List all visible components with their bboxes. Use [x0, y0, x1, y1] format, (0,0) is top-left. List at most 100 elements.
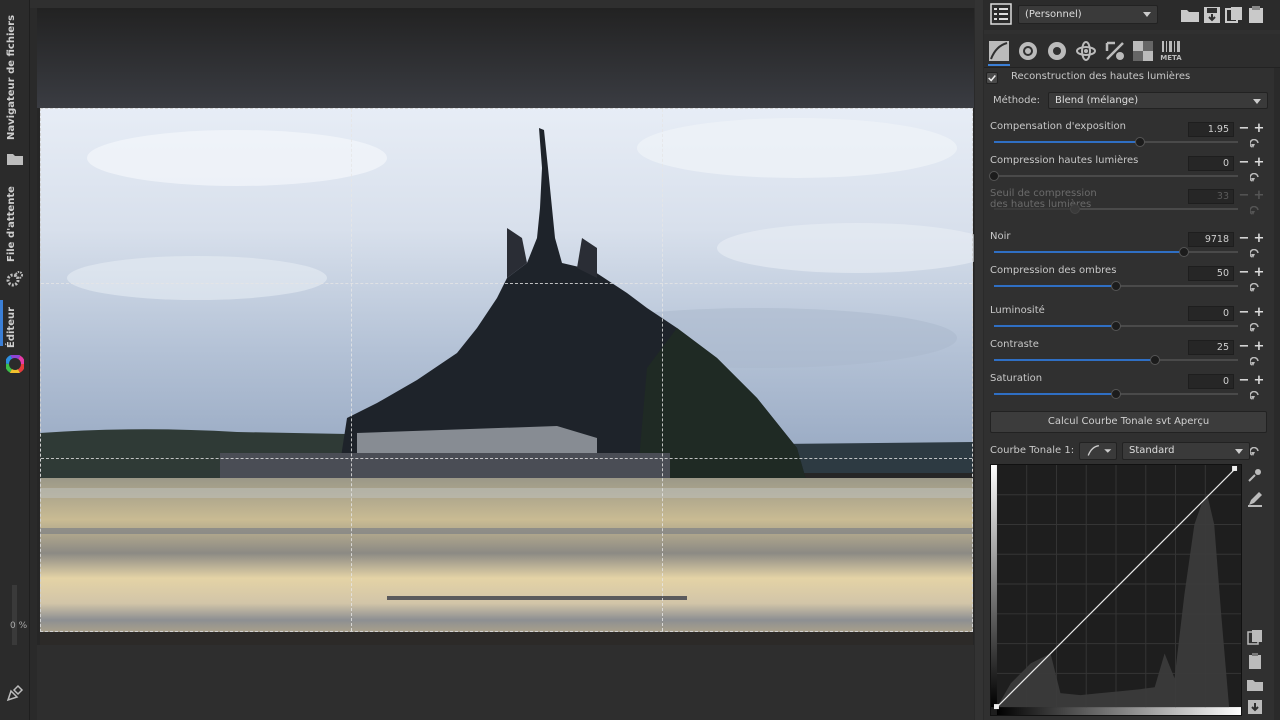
- exposure-tab-icon[interactable]: [988, 40, 1010, 62]
- minus-icon[interactable]: −: [1238, 374, 1250, 388]
- slider-fill: [994, 359, 1156, 361]
- advanced-tab-icon[interactable]: [1075, 40, 1097, 62]
- slider-track[interactable]: [994, 389, 1238, 399]
- tab-queue[interactable]: File d'attente: [6, 186, 17, 262]
- method-select[interactable]: Blend (mélange): [1048, 92, 1268, 109]
- slider-track[interactable]: [989, 171, 1238, 181]
- reset-icon[interactable]: [1250, 139, 1260, 149]
- auto-tone-curve-button[interactable]: Calcul Courbe Tonale svt Aperçu: [990, 411, 1267, 433]
- image-canvas[interactable]: [37, 8, 974, 645]
- minus-icon[interactable]: −: [1238, 306, 1250, 320]
- slider-label: Luminosité: [990, 305, 1045, 316]
- copy-curve-icon[interactable]: [1246, 628, 1264, 646]
- minus-icon: −: [1238, 188, 1250, 203]
- minus-icon[interactable]: −: [1238, 266, 1250, 280]
- slider-fill: [994, 141, 1141, 143]
- curve-mode-value: Standard: [1129, 445, 1175, 456]
- save-icon[interactable]: [1202, 5, 1222, 25]
- reset-icon[interactable]: [1250, 323, 1260, 333]
- tab-file-browser[interactable]: Navigateur de fichiers: [6, 4, 17, 140]
- slider-value-input[interactable]: 50: [1188, 266, 1234, 281]
- chevron-down-icon: [1253, 99, 1261, 104]
- plus-icon[interactable]: +: [1253, 374, 1265, 388]
- plus-icon: +: [1253, 188, 1265, 203]
- minus-icon[interactable]: −: [1238, 156, 1250, 170]
- tab-editor[interactable]: Éditeur: [6, 302, 17, 348]
- reset-icon[interactable]: [1250, 249, 1260, 259]
- slider-handle[interactable]: [1111, 389, 1121, 399]
- tone-curve-editor[interactable]: [990, 464, 1242, 716]
- transform-tab-icon[interactable]: [1104, 40, 1126, 62]
- open-folder-icon[interactable]: [1180, 5, 1200, 25]
- copy-icon[interactable]: [1224, 5, 1244, 25]
- plus-icon[interactable]: +: [1253, 122, 1265, 136]
- slider-track[interactable]: [994, 137, 1238, 147]
- panel-scrollbar[interactable]: [1274, 68, 1280, 720]
- reset-icon[interactable]: [1250, 173, 1260, 183]
- slider-track[interactable]: [994, 321, 1238, 331]
- slider-label: Noir: [990, 231, 1011, 242]
- slider-label-line: Seuil de compression: [990, 188, 1097, 199]
- gears-icon[interactable]: [6, 270, 24, 288]
- slider-track[interactable]: [994, 247, 1238, 257]
- minus-icon[interactable]: −: [1238, 340, 1250, 354]
- curve-mode-select[interactable]: Standard: [1122, 442, 1250, 460]
- plus-icon[interactable]: +: [1253, 156, 1265, 170]
- slider-handle[interactable]: [1150, 355, 1161, 365]
- highlight-reconstruction-checkbox[interactable]: [986, 72, 998, 84]
- chevron-down-icon: [1235, 449, 1243, 454]
- pen-icon[interactable]: [6, 684, 24, 702]
- slider-label: Contraste: [990, 339, 1039, 350]
- reset-icon: [1250, 206, 1259, 215]
- slider-value-input[interactable]: 9718: [1188, 232, 1234, 247]
- raw-tab-icon[interactable]: [1132, 40, 1154, 62]
- slider-handle[interactable]: [989, 171, 999, 181]
- left-scrollbar[interactable]: [12, 585, 17, 645]
- slider-value-input[interactable]: 0: [1188, 306, 1234, 321]
- slider-track[interactable]: [994, 281, 1238, 291]
- reset-icon[interactable]: [1250, 447, 1260, 457]
- check-icon: [988, 75, 996, 82]
- save-curve-icon[interactable]: [1246, 698, 1264, 716]
- slider-handle[interactable]: [1111, 321, 1121, 331]
- slider-handle[interactable]: [1135, 137, 1146, 147]
- slider-fill: [994, 285, 1116, 287]
- slider-handle[interactable]: [1179, 247, 1190, 257]
- reset-icon[interactable]: [1250, 357, 1260, 367]
- profile-select[interactable]: (Personnel): [1018, 5, 1158, 24]
- slider-label: Compensation d'exposition: [990, 121, 1126, 132]
- color-wheel-icon[interactable]: [6, 355, 24, 373]
- plus-icon[interactable]: +: [1253, 232, 1265, 246]
- color-tab-icon[interactable]: [1046, 40, 1068, 62]
- plus-icon[interactable]: +: [1253, 306, 1265, 320]
- plus-icon[interactable]: +: [1253, 266, 1265, 280]
- pencil-icon[interactable]: [1246, 490, 1264, 508]
- open-curve-icon[interactable]: [1246, 676, 1264, 694]
- paste-icon[interactable]: [1246, 5, 1266, 25]
- slider-value-input[interactable]: 1.95: [1188, 122, 1234, 137]
- method-value: Blend (mélange): [1055, 95, 1139, 106]
- slider-handle: [1069, 204, 1080, 214]
- paste-curve-icon[interactable]: [1246, 652, 1264, 670]
- list-menu-icon[interactable]: [990, 3, 1012, 25]
- tool-tabs: META: [984, 34, 1280, 68]
- slider-handle[interactable]: [1111, 281, 1121, 291]
- meta-tab-icon[interactable]: META: [1160, 40, 1182, 62]
- reset-icon[interactable]: [1250, 283, 1260, 293]
- curve-type-button[interactable]: [1079, 442, 1117, 460]
- slider-value-input[interactable]: 0: [1188, 156, 1234, 171]
- slider-label: Compression hautes lumières: [990, 155, 1139, 166]
- canvas-scrollbar[interactable]: [975, 0, 983, 720]
- reset-icon[interactable]: [1250, 391, 1260, 401]
- slider-value-input[interactable]: 25: [1188, 340, 1234, 355]
- detail-tab-icon[interactable]: [1017, 40, 1039, 62]
- slider-track[interactable]: [994, 355, 1238, 365]
- picker-icon[interactable]: [1246, 466, 1264, 484]
- zoom-percent: 0 %: [10, 621, 28, 631]
- minus-icon[interactable]: −: [1238, 122, 1250, 136]
- minus-icon[interactable]: −: [1238, 232, 1250, 246]
- profile-value: (Personnel): [1025, 9, 1082, 20]
- plus-icon[interactable]: +: [1253, 340, 1265, 354]
- slider-value-input[interactable]: 0: [1188, 374, 1234, 389]
- folder-icon[interactable]: [6, 150, 24, 168]
